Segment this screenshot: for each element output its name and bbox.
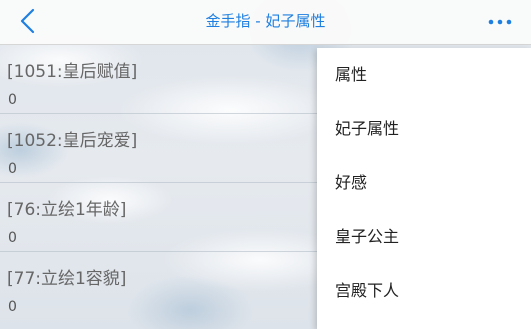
- page-title: 金手指 - 妃子属性: [205, 12, 326, 30]
- item-value: 0: [8, 92, 17, 108]
- item-value: 0: [8, 230, 17, 246]
- screen: 金手指 - 妃子属性 [1051:皇后赋值] 0 [1052:皇后宠爱] 0 […: [0, 0, 531, 329]
- item-label: [1051:皇后赋值]: [7, 62, 138, 82]
- more-dots-icon: [488, 19, 512, 25]
- back-button[interactable]: [10, 4, 44, 38]
- more-button[interactable]: [483, 8, 517, 36]
- app-header: 金手指 - 妃子属性: [0, 0, 531, 45]
- overflow-menu: 属性 妃子属性 好感 皇子公主 宫殿下人: [317, 48, 531, 329]
- item-label: [1052:皇后宠爱]: [7, 131, 138, 151]
- menu-item-attributes[interactable]: 属性: [317, 48, 531, 102]
- menu-item-prince-princess[interactable]: 皇子公主: [317, 210, 531, 264]
- menu-item-affection[interactable]: 好感: [317, 156, 531, 210]
- menu-item-palace-servants[interactable]: 宫殿下人: [317, 264, 531, 318]
- chevron-left-icon: [20, 8, 35, 34]
- item-value: 0: [8, 161, 17, 177]
- item-value: 0: [8, 299, 17, 315]
- item-label: [77:立绘1容貌]: [7, 269, 127, 289]
- item-label: [76:立绘1年龄]: [7, 200, 127, 220]
- menu-item-consort-attributes[interactable]: 妃子属性: [317, 102, 531, 156]
